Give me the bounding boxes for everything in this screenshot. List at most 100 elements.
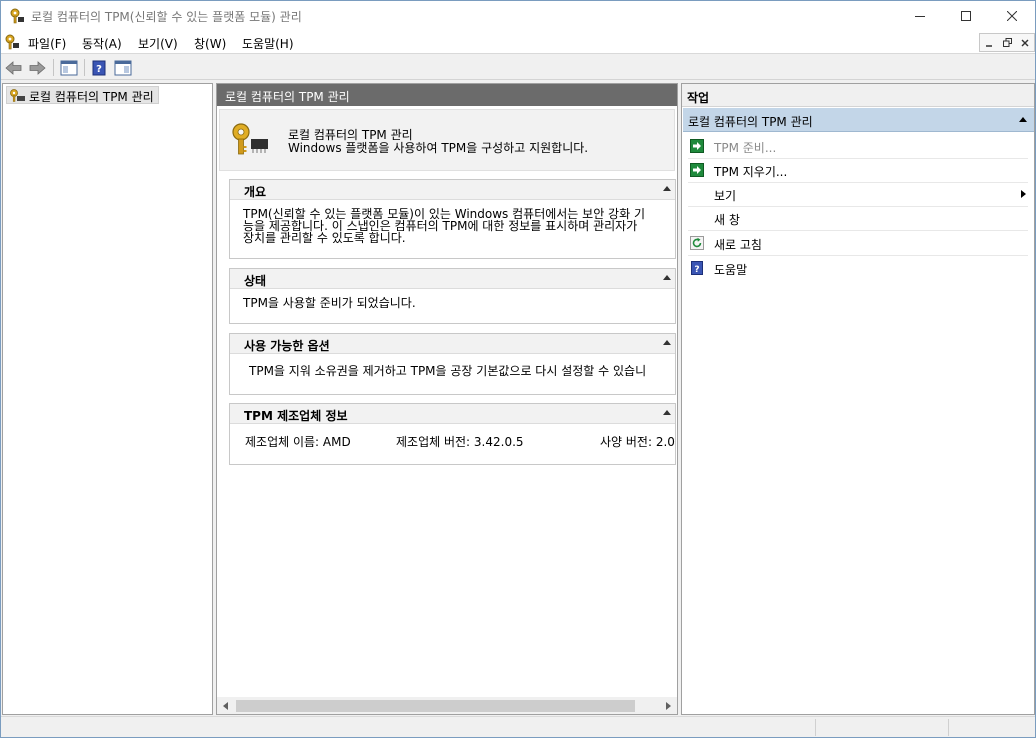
manufacturer-title: TPM 제조업체 정보	[244, 409, 348, 423]
action-label: 새 창	[714, 213, 740, 227]
status-section-header[interactable]: 상태	[230, 269, 675, 289]
back-button[interactable]	[4, 58, 24, 77]
status-section: 상태 TPM을 사용할 준비가 되었습니다.	[229, 268, 676, 324]
green-arrow-icon	[690, 163, 704, 177]
close-icon	[1007, 11, 1017, 21]
mdi-close-button[interactable]	[1016, 34, 1034, 51]
manufacturer-info: 제조업체 이름: AMD 제조업체 버전: 3.42.0.5 사양 버전: 2.…	[230, 424, 675, 460]
options-title: 사용 가능한 옵션	[244, 339, 330, 353]
collapse-arrow-icon[interactable]	[663, 186, 671, 191]
window-title: 로컬 컴퓨터의 TPM(신뢰할 수 있는 플랫폼 모듈) 관리	[31, 10, 302, 24]
options-section-header[interactable]: 사용 가능한 옵션	[230, 334, 675, 354]
minimize-icon	[986, 44, 992, 47]
action-new-window[interactable]: 새 창	[683, 206, 1034, 230]
menu-file[interactable]: 파일(F)	[28, 35, 66, 52]
result-pane-header: 로컬 컴퓨터의 TPM 관리	[217, 84, 677, 106]
overview-section: 개요 TPM(신뢰할 수 있는 플랫폼 모듈)이 있는 Windows 컴퓨터에…	[229, 179, 676, 259]
action-group-tpm-management[interactable]: 로컬 컴퓨터의 TPM 관리	[683, 108, 1034, 132]
options-text: TPM을 지워 소유권을 제거하고 TPM을 공장 기본값으로 다시 설정할 수…	[249, 364, 647, 378]
action-group-title: 로컬 컴퓨터의 TPM 관리	[688, 115, 813, 129]
result-pane: 로컬 컴퓨터의 TPM 관리 로컬 컴퓨터의 TPM 관리 Windows 플랫…	[216, 83, 678, 715]
toolbar: ?	[1, 55, 1035, 80]
mmc-window: 로컬 컴퓨터의 TPM(신뢰할 수 있는 플랫폼 모듈) 관리 파일(F) 동작…	[0, 0, 1036, 738]
menu-help[interactable]: 도움말(H)	[242, 35, 294, 52]
action-label: 새로 고침	[714, 238, 762, 252]
snapin-banner: 로컬 컴퓨터의 TPM 관리 Windows 플랫폼을 사용하여 TPM을 구성…	[219, 109, 675, 171]
status-bar	[1, 716, 1035, 737]
menu-bar: 파일(F) 동작(A) 보기(V) 창(W) 도움말(H)	[1, 31, 1035, 54]
status-title: 상태	[244, 274, 267, 288]
tpm-key-icon	[10, 8, 24, 24]
status-divider	[815, 719, 816, 736]
toolbar-separator	[84, 59, 85, 76]
options-section: 사용 가능한 옵션 TPM을 지워 소유권을 제거하고 TPM을 공장 기본값으…	[229, 333, 676, 395]
collapse-arrow-icon[interactable]	[663, 340, 671, 345]
tree-item-tpm-management[interactable]: 로컬 컴퓨터의 TPM 관리	[6, 86, 159, 104]
scroll-left-icon[interactable]	[223, 702, 228, 710]
toolbar-separator	[53, 59, 54, 76]
restore-icon	[1002, 38, 1012, 47]
help-toolbar-button[interactable]: ?	[89, 58, 109, 77]
action-label: TPM 준비...	[714, 141, 777, 155]
console-tree-pane: 로컬 컴퓨터의 TPM 관리	[2, 83, 213, 715]
action-help[interactable]: ? 도움말	[683, 256, 1034, 280]
maximize-icon	[961, 11, 971, 21]
action-pane-header: 작업	[682, 84, 1034, 107]
status-divider	[948, 719, 949, 736]
close-icon	[1021, 39, 1029, 46]
help-book-icon: ?	[92, 60, 106, 75]
collapse-arrow-icon[interactable]	[663, 410, 671, 415]
action-view[interactable]: 보기	[683, 182, 1034, 206]
collapse-arrow-icon[interactable]	[1019, 117, 1027, 122]
title-bar: 로컬 컴퓨터의 TPM(신뢰할 수 있는 플랫폼 모듈) 관리	[1, 1, 1035, 31]
horizontal-scrollbar[interactable]	[217, 697, 677, 714]
submenu-arrow-icon	[1021, 190, 1026, 198]
maximize-button[interactable]	[943, 1, 989, 31]
scroll-right-icon[interactable]	[666, 702, 671, 710]
mdi-restore-button[interactable]	[998, 34, 1016, 51]
close-button[interactable]	[989, 1, 1035, 31]
overview-title: 개요	[244, 185, 267, 199]
back-arrow-icon	[5, 60, 22, 75]
tpm-chip-key-icon	[232, 123, 268, 155]
system-menu-icon[interactable]	[4, 34, 20, 50]
show-hide-action-pane-button[interactable]	[113, 58, 133, 77]
action-label: 보기	[714, 189, 737, 203]
minimize-icon	[915, 16, 925, 17]
menu-window[interactable]: 창(W)	[194, 35, 226, 52]
console-tree-icon	[60, 60, 78, 75]
tree-item-label: 로컬 컴퓨터의 TPM 관리	[29, 90, 154, 104]
status-text: TPM을 사용할 준비가 되었습니다.	[243, 296, 416, 310]
mdi-minimize-button[interactable]	[980, 34, 998, 51]
spec-version: 사양 버전: 2.0	[600, 435, 675, 449]
forward-arrow-icon	[29, 60, 46, 75]
show-hide-console-tree-button[interactable]	[59, 58, 79, 77]
collapse-arrow-icon[interactable]	[663, 275, 671, 280]
menu-action[interactable]: 동작(A)	[82, 35, 122, 52]
forward-button[interactable]	[27, 58, 47, 77]
overview-line: 장치를 관리할 수 있도록 합니다.	[243, 231, 406, 245]
action-pane: 작업 로컬 컴퓨터의 TPM 관리 TPM 준비... TPM 지우기... 보…	[681, 83, 1035, 715]
action-label: TPM 지우기...	[714, 165, 788, 179]
manufacturer-section: TPM 제조업체 정보 제조업체 이름: AMD 제조업체 버전: 3.42.0…	[229, 403, 676, 465]
action-prepare-tpm[interactable]: TPM 준비...	[683, 134, 1034, 158]
overview-section-header[interactable]: 개요	[230, 180, 675, 200]
minimize-button[interactable]	[897, 1, 943, 31]
banner-subtitle: Windows 플랫폼을 사용하여 TPM을 구성하고 지원합니다.	[288, 141, 589, 155]
tpm-key-icon	[10, 89, 25, 102]
overview-text: TPM(신뢰할 수 있는 플랫폼 모듈)이 있는 Windows 컴퓨터에서는 …	[230, 200, 675, 244]
action-refresh[interactable]: 새로 고침	[683, 231, 1034, 255]
action-clear-tpm[interactable]: TPM 지우기...	[683, 158, 1034, 182]
mdi-controls	[979, 33, 1035, 52]
svg-text:?: ?	[694, 265, 699, 275]
menu-view[interactable]: 보기(V)	[138, 35, 178, 52]
action-label: 도움말	[714, 263, 748, 277]
scrollbar-thumb[interactable]	[236, 700, 635, 712]
refresh-icon	[690, 236, 704, 250]
help-book-icon: ?	[691, 261, 703, 275]
manufacturer-version: 제조업체 버전: 3.42.0.5	[396, 435, 524, 449]
manufacturer-name: 제조업체 이름: AMD	[245, 435, 351, 449]
manufacturer-section-header[interactable]: TPM 제조업체 정보	[230, 404, 675, 424]
green-arrow-icon	[690, 139, 704, 153]
action-pane-icon	[114, 60, 132, 75]
